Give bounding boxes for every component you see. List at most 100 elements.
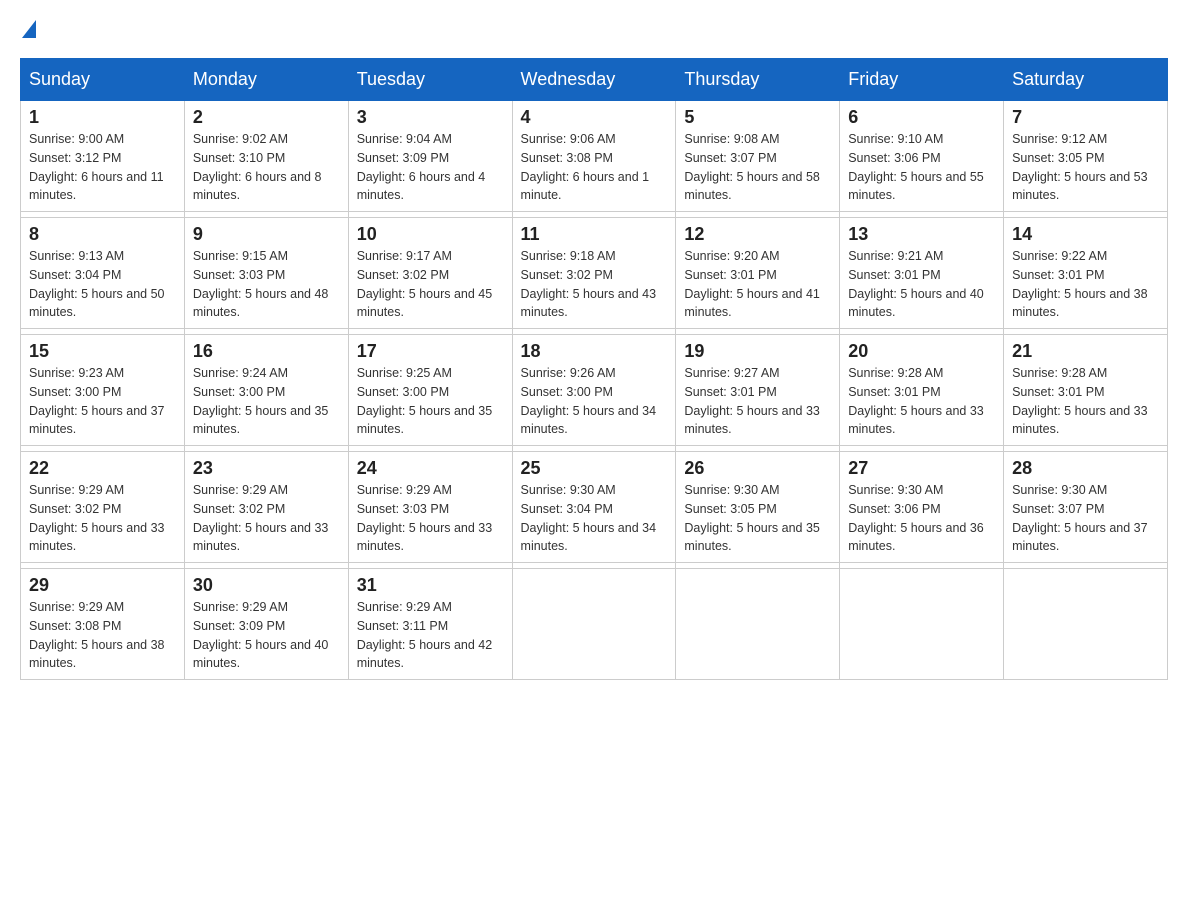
calendar-header-row: SundayMondayTuesdayWednesdayThursdayFrid…: [21, 59, 1168, 101]
day-info: Sunrise: 9:29 AMSunset: 3:02 PMDaylight:…: [29, 481, 176, 556]
calendar-cell: 11Sunrise: 9:18 AMSunset: 3:02 PMDayligh…: [512, 218, 676, 329]
calendar-cell: 24Sunrise: 9:29 AMSunset: 3:03 PMDayligh…: [348, 452, 512, 563]
day-info: Sunrise: 9:12 AMSunset: 3:05 PMDaylight:…: [1012, 130, 1159, 205]
calendar-cell: 10Sunrise: 9:17 AMSunset: 3:02 PMDayligh…: [348, 218, 512, 329]
day-number: 12: [684, 224, 831, 245]
weekday-header-wednesday: Wednesday: [512, 59, 676, 101]
calendar-cell: [512, 569, 676, 680]
weekday-header-sunday: Sunday: [21, 59, 185, 101]
day-info: Sunrise: 9:02 AMSunset: 3:10 PMDaylight:…: [193, 130, 340, 205]
calendar-cell: 12Sunrise: 9:20 AMSunset: 3:01 PMDayligh…: [676, 218, 840, 329]
calendar-cell: 25Sunrise: 9:30 AMSunset: 3:04 PMDayligh…: [512, 452, 676, 563]
calendar-cell: 6Sunrise: 9:10 AMSunset: 3:06 PMDaylight…: [840, 101, 1004, 212]
calendar-cell: [840, 569, 1004, 680]
calendar-cell: 27Sunrise: 9:30 AMSunset: 3:06 PMDayligh…: [840, 452, 1004, 563]
day-number: 2: [193, 107, 340, 128]
calendar-cell: 18Sunrise: 9:26 AMSunset: 3:00 PMDayligh…: [512, 335, 676, 446]
day-info: Sunrise: 9:10 AMSunset: 3:06 PMDaylight:…: [848, 130, 995, 205]
calendar-week-row: 8Sunrise: 9:13 AMSunset: 3:04 PMDaylight…: [21, 218, 1168, 329]
day-number: 21: [1012, 341, 1159, 362]
day-info: Sunrise: 9:24 AMSunset: 3:00 PMDaylight:…: [193, 364, 340, 439]
calendar-week-row: 22Sunrise: 9:29 AMSunset: 3:02 PMDayligh…: [21, 452, 1168, 563]
day-number: 10: [357, 224, 504, 245]
calendar-cell: 16Sunrise: 9:24 AMSunset: 3:00 PMDayligh…: [184, 335, 348, 446]
logo: [20, 20, 38, 38]
page-header: [20, 20, 1168, 38]
day-info: Sunrise: 9:00 AMSunset: 3:12 PMDaylight:…: [29, 130, 176, 205]
day-info: Sunrise: 9:15 AMSunset: 3:03 PMDaylight:…: [193, 247, 340, 322]
day-number: 16: [193, 341, 340, 362]
calendar-cell: 31Sunrise: 9:29 AMSunset: 3:11 PMDayligh…: [348, 569, 512, 680]
weekday-header-thursday: Thursday: [676, 59, 840, 101]
logo-triangle-icon: [22, 20, 36, 38]
calendar-cell: 28Sunrise: 9:30 AMSunset: 3:07 PMDayligh…: [1004, 452, 1168, 563]
calendar-cell: [1004, 569, 1168, 680]
calendar-cell: [676, 569, 840, 680]
calendar-cell: 13Sunrise: 9:21 AMSunset: 3:01 PMDayligh…: [840, 218, 1004, 329]
day-info: Sunrise: 9:30 AMSunset: 3:06 PMDaylight:…: [848, 481, 995, 556]
calendar-cell: 3Sunrise: 9:04 AMSunset: 3:09 PMDaylight…: [348, 101, 512, 212]
calendar-table: SundayMondayTuesdayWednesdayThursdayFrid…: [20, 58, 1168, 680]
day-number: 24: [357, 458, 504, 479]
day-number: 31: [357, 575, 504, 596]
day-info: Sunrise: 9:28 AMSunset: 3:01 PMDaylight:…: [1012, 364, 1159, 439]
day-number: 4: [521, 107, 668, 128]
day-info: Sunrise: 9:28 AMSunset: 3:01 PMDaylight:…: [848, 364, 995, 439]
day-info: Sunrise: 9:06 AMSunset: 3:08 PMDaylight:…: [521, 130, 668, 205]
day-number: 18: [521, 341, 668, 362]
calendar-cell: 22Sunrise: 9:29 AMSunset: 3:02 PMDayligh…: [21, 452, 185, 563]
calendar-cell: 20Sunrise: 9:28 AMSunset: 3:01 PMDayligh…: [840, 335, 1004, 446]
day-info: Sunrise: 9:29 AMSunset: 3:03 PMDaylight:…: [357, 481, 504, 556]
day-info: Sunrise: 9:13 AMSunset: 3:04 PMDaylight:…: [29, 247, 176, 322]
calendar-cell: 17Sunrise: 9:25 AMSunset: 3:00 PMDayligh…: [348, 335, 512, 446]
day-info: Sunrise: 9:18 AMSunset: 3:02 PMDaylight:…: [521, 247, 668, 322]
day-number: 20: [848, 341, 995, 362]
day-info: Sunrise: 9:23 AMSunset: 3:00 PMDaylight:…: [29, 364, 176, 439]
day-number: 1: [29, 107, 176, 128]
day-info: Sunrise: 9:30 AMSunset: 3:07 PMDaylight:…: [1012, 481, 1159, 556]
day-info: Sunrise: 9:29 AMSunset: 3:09 PMDaylight:…: [193, 598, 340, 673]
calendar-cell: 19Sunrise: 9:27 AMSunset: 3:01 PMDayligh…: [676, 335, 840, 446]
weekday-header-monday: Monday: [184, 59, 348, 101]
day-info: Sunrise: 9:30 AMSunset: 3:04 PMDaylight:…: [521, 481, 668, 556]
day-info: Sunrise: 9:29 AMSunset: 3:02 PMDaylight:…: [193, 481, 340, 556]
calendar-cell: 29Sunrise: 9:29 AMSunset: 3:08 PMDayligh…: [21, 569, 185, 680]
day-info: Sunrise: 9:29 AMSunset: 3:11 PMDaylight:…: [357, 598, 504, 673]
day-number: 8: [29, 224, 176, 245]
calendar-cell: 30Sunrise: 9:29 AMSunset: 3:09 PMDayligh…: [184, 569, 348, 680]
day-info: Sunrise: 9:25 AMSunset: 3:00 PMDaylight:…: [357, 364, 504, 439]
day-number: 19: [684, 341, 831, 362]
day-number: 26: [684, 458, 831, 479]
weekday-header-tuesday: Tuesday: [348, 59, 512, 101]
day-number: 22: [29, 458, 176, 479]
day-number: 15: [29, 341, 176, 362]
calendar-cell: 14Sunrise: 9:22 AMSunset: 3:01 PMDayligh…: [1004, 218, 1168, 329]
calendar-week-row: 15Sunrise: 9:23 AMSunset: 3:00 PMDayligh…: [21, 335, 1168, 446]
day-number: 23: [193, 458, 340, 479]
calendar-cell: 15Sunrise: 9:23 AMSunset: 3:00 PMDayligh…: [21, 335, 185, 446]
calendar-cell: 26Sunrise: 9:30 AMSunset: 3:05 PMDayligh…: [676, 452, 840, 563]
day-number: 7: [1012, 107, 1159, 128]
day-info: Sunrise: 9:21 AMSunset: 3:01 PMDaylight:…: [848, 247, 995, 322]
weekday-header-saturday: Saturday: [1004, 59, 1168, 101]
day-number: 3: [357, 107, 504, 128]
calendar-cell: 1Sunrise: 9:00 AMSunset: 3:12 PMDaylight…: [21, 101, 185, 212]
calendar-cell: 7Sunrise: 9:12 AMSunset: 3:05 PMDaylight…: [1004, 101, 1168, 212]
calendar-cell: 21Sunrise: 9:28 AMSunset: 3:01 PMDayligh…: [1004, 335, 1168, 446]
calendar-cell: 2Sunrise: 9:02 AMSunset: 3:10 PMDaylight…: [184, 101, 348, 212]
day-info: Sunrise: 9:17 AMSunset: 3:02 PMDaylight:…: [357, 247, 504, 322]
day-info: Sunrise: 9:30 AMSunset: 3:05 PMDaylight:…: [684, 481, 831, 556]
day-info: Sunrise: 9:22 AMSunset: 3:01 PMDaylight:…: [1012, 247, 1159, 322]
day-number: 13: [848, 224, 995, 245]
calendar-cell: 4Sunrise: 9:06 AMSunset: 3:08 PMDaylight…: [512, 101, 676, 212]
day-number: 9: [193, 224, 340, 245]
weekday-header-friday: Friday: [840, 59, 1004, 101]
calendar-week-row: 29Sunrise: 9:29 AMSunset: 3:08 PMDayligh…: [21, 569, 1168, 680]
calendar-cell: 9Sunrise: 9:15 AMSunset: 3:03 PMDaylight…: [184, 218, 348, 329]
day-number: 11: [521, 224, 668, 245]
day-number: 17: [357, 341, 504, 362]
day-info: Sunrise: 9:26 AMSunset: 3:00 PMDaylight:…: [521, 364, 668, 439]
calendar-cell: 5Sunrise: 9:08 AMSunset: 3:07 PMDaylight…: [676, 101, 840, 212]
calendar-cell: 8Sunrise: 9:13 AMSunset: 3:04 PMDaylight…: [21, 218, 185, 329]
day-info: Sunrise: 9:08 AMSunset: 3:07 PMDaylight:…: [684, 130, 831, 205]
